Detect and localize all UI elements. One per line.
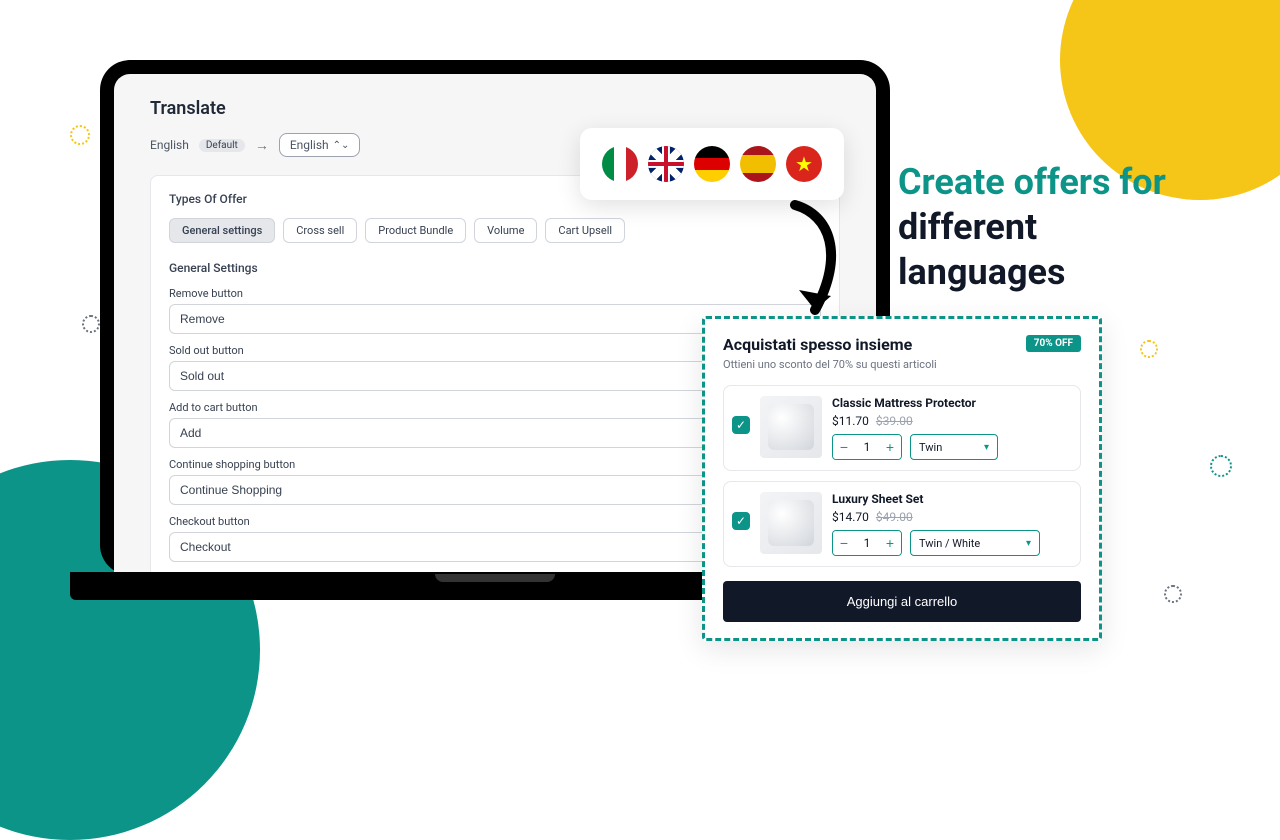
source-language: English [150, 138, 189, 152]
tab-general-settings[interactable]: General settings [169, 218, 275, 243]
product-thumbnail [760, 396, 822, 458]
product-old-price: $39.00 [876, 414, 913, 428]
flag-spain-icon [740, 146, 776, 182]
decor-dot-4 [1210, 455, 1232, 477]
product-row: ✓ Classic Mattress Protector $11.70 $39.… [723, 385, 1081, 471]
target-language-select[interactable]: English ⌃⌄ [279, 133, 361, 157]
product-row: ✓ Luxury Sheet Set $14.70 $49.00 − 1 + T… [723, 481, 1081, 567]
product-price: $11.70 [832, 414, 869, 428]
tab-cross-sell[interactable]: Cross sell [283, 218, 357, 243]
product-name: Luxury Sheet Set [832, 492, 1068, 506]
tab-volume[interactable]: Volume [474, 218, 537, 243]
offer-discount-badge: 70% OFF [1026, 335, 1081, 352]
product-name: Classic Mattress Protector [832, 396, 1068, 410]
qty-plus[interactable]: + [879, 531, 901, 555]
add-to-cart-button[interactable]: Aggiungi al carrello [723, 581, 1081, 622]
decor-dot-1 [70, 125, 90, 145]
flag-popover [580, 128, 844, 200]
default-pill: Default [199, 139, 245, 152]
flag-italy-icon [602, 146, 638, 182]
chevron-down-icon: ▾ [1026, 538, 1031, 549]
qty-minus[interactable]: − [833, 435, 855, 459]
qty-minus[interactable]: − [833, 531, 855, 555]
flag-germany-icon [694, 146, 730, 182]
headline: Create offers for different languages [898, 160, 1238, 295]
product-old-price: $49.00 [876, 510, 913, 524]
page-title: Translate [150, 98, 840, 119]
general-settings-title: General Settings [169, 261, 821, 275]
tab-cart-upsell[interactable]: Cart Upsell [545, 218, 625, 243]
qty-plus[interactable]: + [879, 435, 901, 459]
offer-title: Acquistati spesso insieme [723, 335, 912, 354]
field-label: Remove button [169, 287, 821, 300]
chevron-down-icon: ⌃⌄ [333, 140, 350, 151]
decor-dot-3 [1140, 340, 1158, 358]
product-price: $14.70 [832, 510, 869, 524]
product-thumbnail [760, 492, 822, 554]
headline-line1: Create offers for [898, 160, 1238, 205]
headline-line2: different [898, 205, 1238, 250]
variant-select[interactable]: Twin ▾ [910, 434, 998, 460]
variant-select[interactable]: Twin / White ▾ [910, 530, 1040, 556]
tab-product-bundle[interactable]: Product Bundle [365, 218, 466, 243]
arrow-right-icon: → [255, 137, 269, 154]
flag-uk-icon [648, 146, 684, 182]
offer-subtitle: Ottieni uno sconto del 70% su questi art… [723, 358, 1081, 371]
quantity-stepper[interactable]: − 1 + [832, 434, 902, 460]
headline-line3: languages [898, 250, 1238, 295]
chevron-down-icon: ▾ [984, 442, 989, 453]
flag-vietnam-icon [786, 146, 822, 182]
decor-dot-5 [1164, 585, 1182, 603]
swoosh-arrow-icon [775, 200, 855, 330]
qty-value: 1 [855, 435, 879, 459]
offer-tabs: General settings Cross sell Product Bund… [169, 218, 821, 243]
decor-dot-2 [82, 315, 100, 333]
product-checkbox[interactable]: ✓ [732, 416, 750, 434]
offer-preview: Acquistati spesso insieme 70% OFF Ottien… [702, 316, 1102, 641]
product-checkbox[interactable]: ✓ [732, 512, 750, 530]
quantity-stepper[interactable]: − 1 + [832, 530, 902, 556]
qty-value: 1 [855, 531, 879, 555]
